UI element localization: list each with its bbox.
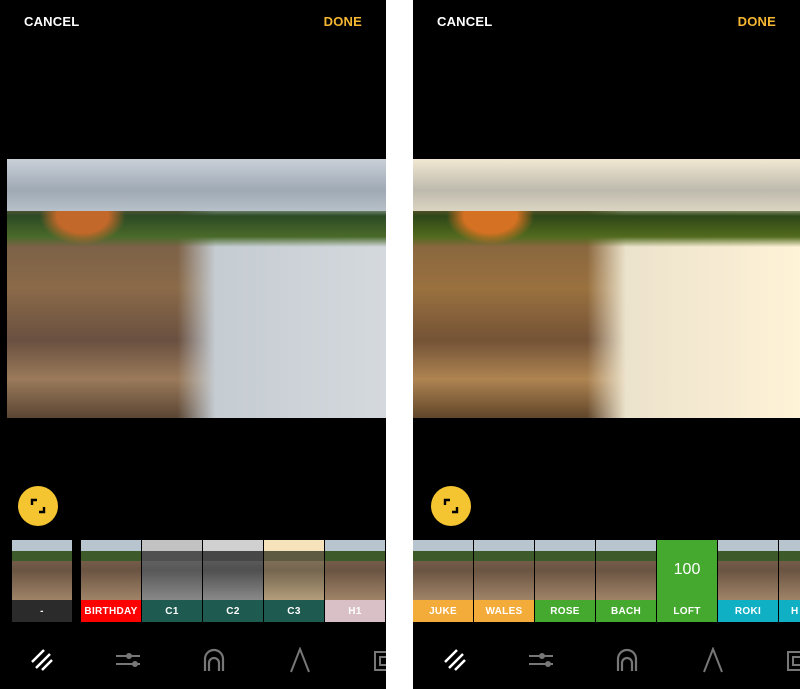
filter-thumb[interactable]: C2 [203, 540, 263, 622]
filter-preview [264, 540, 324, 600]
filter-label: ROSE [535, 600, 595, 622]
crop-expand-button[interactable] [431, 486, 471, 526]
done-button[interactable]: DONE [738, 14, 776, 29]
filter-preview [325, 540, 385, 600]
filter-preview [413, 540, 473, 600]
tool-bar [413, 645, 800, 675]
filter-thumb[interactable]: BIRTHDAY [81, 540, 141, 622]
filter-label: LOFT [673, 605, 701, 617]
adjust-sliders-icon[interactable] [526, 645, 556, 675]
filter-thumb[interactable]: ROKI [718, 540, 778, 622]
filter-label: BIRTHDAY [81, 600, 141, 622]
filter-strip[interactable]: - BIRTHDAY C1 C2 C3 H1 [12, 540, 385, 622]
filter-label: BACH [596, 600, 656, 622]
filters-icon[interactable] [27, 645, 57, 675]
filter-preview [12, 540, 72, 600]
filter-label: H1 [325, 600, 385, 622]
filter-preview [474, 540, 534, 600]
filter-thumb[interactable]: - [12, 540, 72, 622]
adjust-sliders-icon[interactable] [113, 645, 143, 675]
filter-thumb[interactable]: BACH [596, 540, 656, 622]
filter-label: ROKI [718, 600, 778, 622]
frame-icon[interactable] [370, 645, 386, 675]
cancel-button[interactable]: CANCEL [24, 14, 79, 29]
filter-thumb[interactable]: WALES [474, 540, 534, 622]
left-editor-screen: CANCEL DONE - BIRTHDAY C1 C2 C3 H1 [0, 0, 386, 689]
done-button[interactable]: DONE [324, 14, 362, 29]
filter-strength-value[interactable]: 100 [657, 540, 717, 600]
filter-preview [142, 540, 202, 600]
filter-preview [203, 540, 263, 600]
filter-thumb[interactable]: C3 [264, 540, 324, 622]
filter-label: C1 [142, 600, 202, 622]
cancel-button[interactable]: CANCEL [437, 14, 492, 29]
filter-preview [535, 540, 595, 600]
portrait-icon[interactable] [199, 645, 229, 675]
text-icon[interactable] [698, 645, 728, 675]
filter-label: C2 [203, 600, 263, 622]
text-icon[interactable] [285, 645, 315, 675]
tool-bar [0, 645, 386, 675]
filter-strip[interactable]: JUKE WALES ROSE BACH 100 LOFT ROKI H [413, 540, 800, 622]
filter-thumb-selected[interactable]: 100 LOFT [657, 540, 717, 622]
frame-icon[interactable] [783, 645, 800, 675]
filter-preview [81, 540, 141, 600]
filter-preview [718, 540, 778, 600]
expand-icon [443, 498, 459, 514]
filter-thumb[interactable]: JUKE [413, 540, 473, 622]
filter-thumb[interactable]: H1 [325, 540, 385, 622]
portrait-icon[interactable] [612, 645, 642, 675]
filter-label: JUKE [413, 600, 473, 622]
filter-preview [779, 540, 800, 600]
filter-label: WALES [474, 600, 534, 622]
filter-label: C3 [264, 600, 324, 622]
crop-expand-button[interactable] [18, 486, 58, 526]
filter-thumb[interactable]: ROSE [535, 540, 595, 622]
right-editor-screen: CANCEL DONE JUKE WALES ROSE BACH 100 LOFT… [413, 0, 800, 689]
filter-thumb[interactable]: C1 [142, 540, 202, 622]
photo-preview [413, 159, 800, 418]
photo-preview [7, 159, 386, 418]
filter-label: H [779, 600, 800, 622]
filter-preview [596, 540, 656, 600]
filter-label: - [12, 600, 72, 622]
expand-icon [30, 498, 46, 514]
filters-icon[interactable] [440, 645, 470, 675]
filter-thumb[interactable]: H [779, 540, 800, 622]
